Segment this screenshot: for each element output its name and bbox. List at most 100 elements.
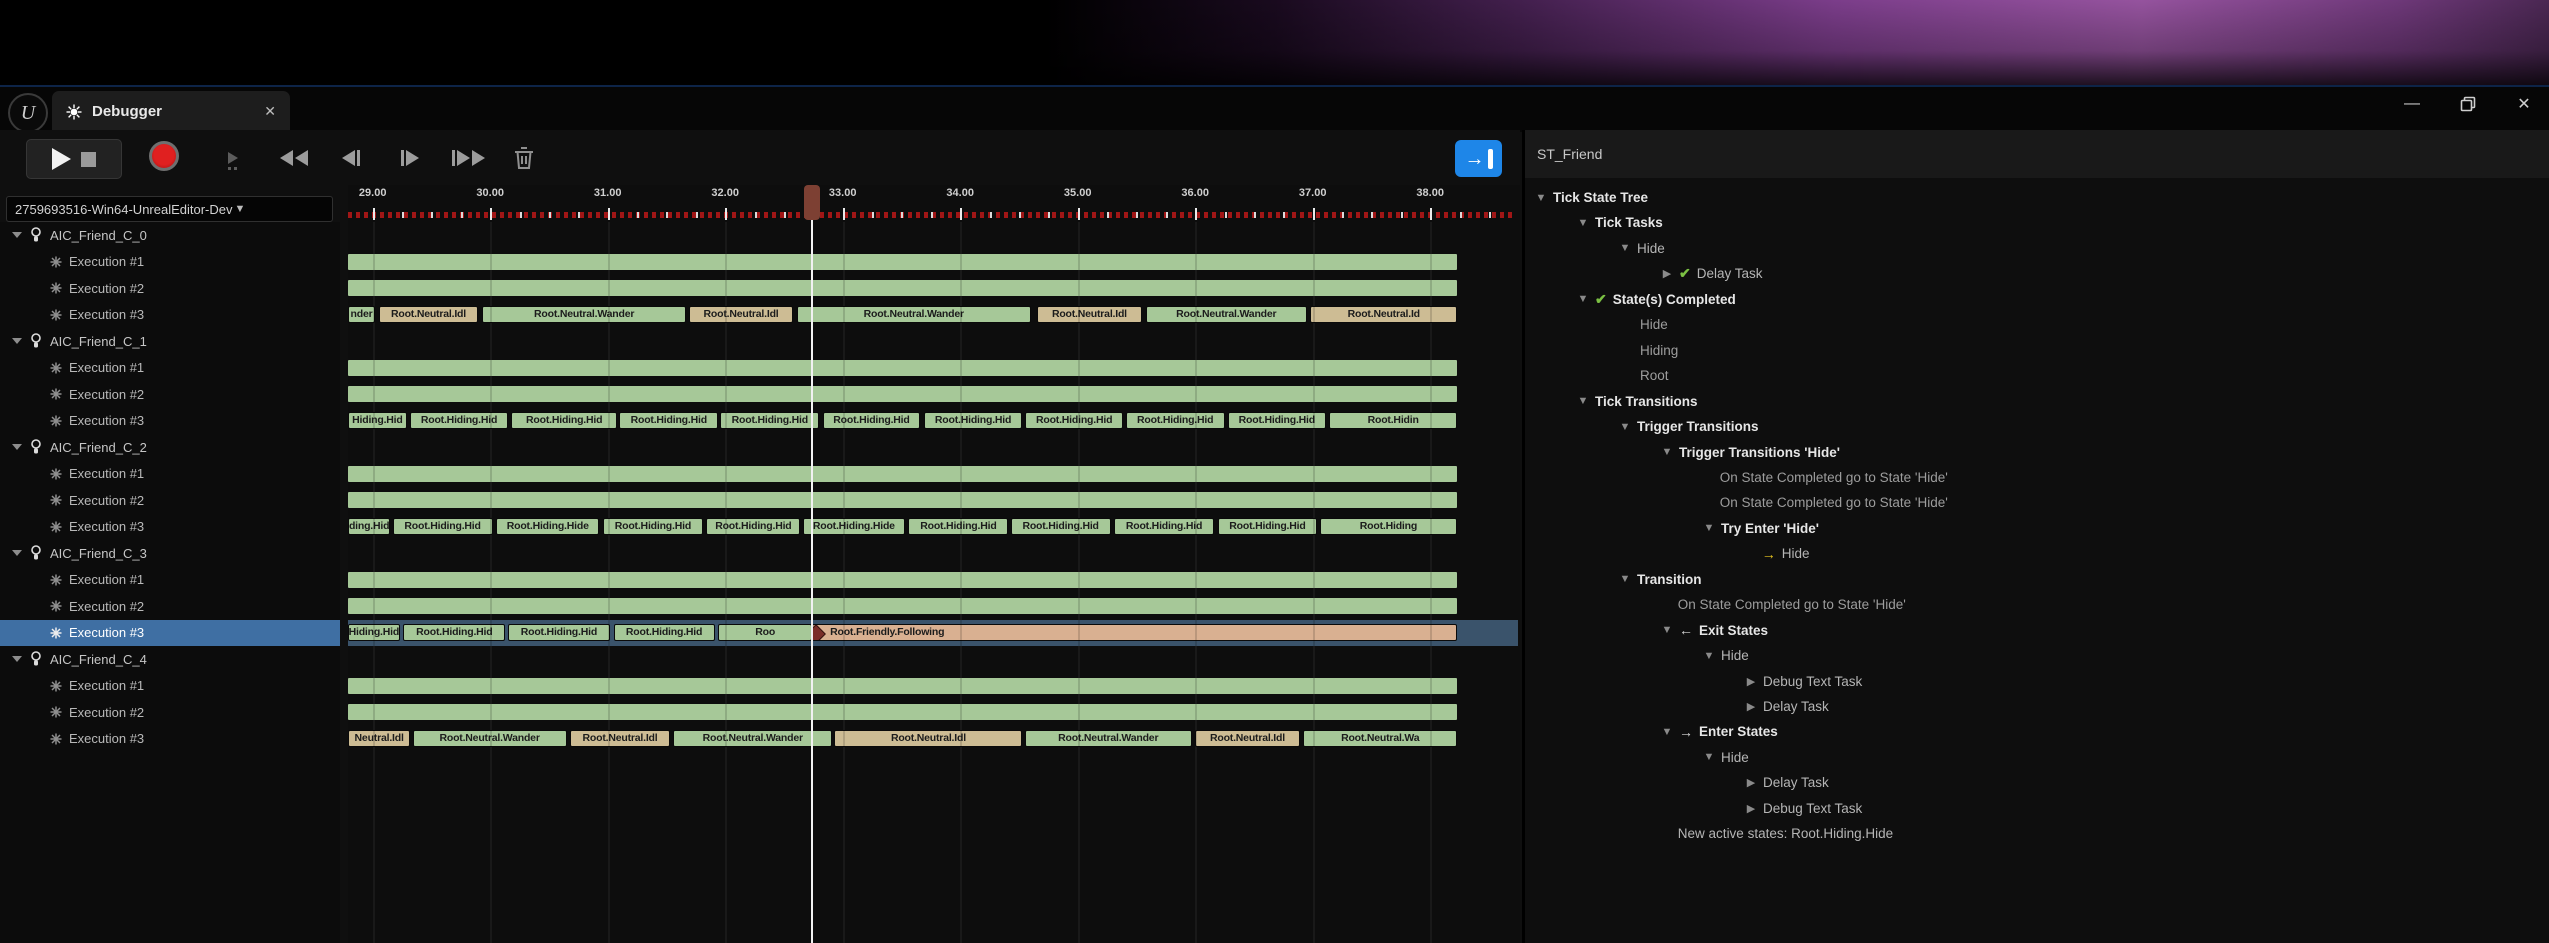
state-segment[interactable]: Roo: [718, 624, 812, 641]
sidebar-item-execution[interactable]: Execution #3: [0, 514, 340, 540]
timeline-row[interactable]: [348, 275, 1520, 301]
state-segment[interactable]: Root.Neutral.Idl: [379, 306, 479, 323]
sidebar-item-execution[interactable]: Execution #3: [0, 408, 340, 434]
statetree-row[interactable]: ▼Hide: [1703, 745, 1749, 770]
minimize-button[interactable]: —: [2401, 93, 2423, 115]
statetree-row[interactable]: ▶Debug Text Task: [1745, 669, 1862, 694]
state-segment[interactable]: Root.Hiding.Hid: [410, 412, 508, 429]
statetree-row[interactable]: ▶Delay Task: [1745, 694, 1829, 719]
state-segment[interactable]: Root.Hiding.Hid: [908, 518, 1008, 535]
chevron-down-icon[interactable]: ▼: [1661, 726, 1673, 738]
timeline-panel[interactable]: 29.0030.0031.0032.0033.0034.0035.0036.00…: [348, 185, 1520, 943]
state-segment[interactable]: Root.Hiding.Hid: [603, 518, 703, 535]
timeline-row[interactable]: ding.HidRoot.Hiding.HidRoot.Hiding.HideR…: [348, 514, 1520, 540]
timeline-row[interactable]: Neutral.IdlRoot.Neutral.WanderRoot.Neutr…: [348, 726, 1520, 752]
chevron-down-icon[interactable]: ▼: [1703, 650, 1715, 662]
go-to-end-button[interactable]: →: [1455, 140, 1502, 177]
state-segment[interactable]: Root.Hiding.Hide: [496, 518, 599, 535]
timeline-row[interactable]: [348, 699, 1520, 725]
chevron-right-icon[interactable]: ▶: [1661, 267, 1673, 280]
state-segment[interactable]: Root.Hiding.Hid: [823, 412, 921, 429]
active-state-bar[interactable]: [348, 572, 1457, 588]
statetree-row[interactable]: ▼Tick State Tree: [1535, 185, 1648, 210]
state-segment[interactable]: Root.Neutral.Wander: [1025, 730, 1192, 747]
sidebar-item-actor[interactable]: AIC_Friend_C_4: [0, 646, 340, 672]
state-segment[interactable]: Root.Hiding.Hid: [1114, 518, 1214, 535]
statetree-row[interactable]: ▼Tick Tasks: [1577, 210, 1663, 235]
play-icon[interactable]: [52, 148, 71, 170]
statetree-row[interactable]: ▶Debug Text Task: [1745, 796, 1862, 821]
sidebar-item-actor[interactable]: AIC_Friend_C_2: [0, 434, 340, 460]
statetree-row[interactable]: ▼Trigger Transitions: [1619, 414, 1759, 439]
chevron-right-icon[interactable]: ▶: [1745, 802, 1757, 815]
state-segment[interactable]: Root.Neutral.Wander: [1146, 306, 1307, 323]
chevron-down-icon[interactable]: ▼: [1661, 446, 1673, 458]
state-segment[interactable]: Root.Hiding.Hid: [619, 412, 718, 429]
state-segment[interactable]: Root.Neutral.Wander: [673, 730, 832, 747]
active-state-bar[interactable]: [348, 598, 1457, 614]
state-segment[interactable]: Root.Neutral.Idl: [834, 730, 1022, 747]
playhead-marker[interactable]: [804, 185, 820, 220]
chevron-down-icon[interactable]: ▼: [1661, 624, 1673, 636]
chevron-down-icon[interactable]: ▼: [1703, 522, 1715, 534]
record-icon[interactable]: [149, 141, 179, 171]
statetree-row[interactable]: ▼Trigger Transitions 'Hide': [1661, 440, 1840, 465]
sidebar-item-actor[interactable]: AIC_Friend_C_1: [0, 328, 340, 354]
timeline-row[interactable]: [348, 355, 1520, 381]
sidebar-item-execution[interactable]: Execution #2: [0, 593, 340, 619]
statetree-row[interactable]: ▼→Enter States: [1661, 719, 1778, 744]
timeline-row[interactable]: Hiding.HidRoot.Hiding.HidRoot.Hiding.Hid…: [348, 620, 1520, 646]
state-segment[interactable]: Hiding.Hid: [348, 412, 407, 429]
restore-button[interactable]: [2457, 93, 2479, 115]
timeline-row[interactable]: [348, 593, 1520, 619]
step-forward-icon[interactable]: [395, 139, 425, 177]
chevron-down-icon[interactable]: ▼: [1619, 421, 1631, 433]
chevron-right-icon[interactable]: ▶: [1745, 675, 1757, 688]
state-segment[interactable]: Root.Neutral.Idl: [689, 306, 794, 323]
sidebar-item-execution[interactable]: Execution #1: [0, 673, 340, 699]
chevron-down-icon[interactable]: [12, 338, 22, 344]
chevron-down-icon[interactable]: [12, 656, 22, 662]
active-state-bar[interactable]: [348, 254, 1457, 270]
chevron-down-icon[interactable]: [12, 444, 22, 450]
sidebar-item-actor[interactable]: AIC_Friend_C_0: [0, 222, 340, 248]
state-segment[interactable]: Root.Hiding.Hid: [1011, 518, 1111, 535]
chevron-down-icon[interactable]: ▼: [1619, 242, 1631, 254]
next-frame-icon[interactable]: [448, 139, 488, 177]
state-segment[interactable]: Root.Hiding.Hid: [706, 518, 800, 535]
state-segment[interactable]: Root.Neutral.Wander: [482, 306, 686, 323]
state-segment[interactable]: Root.Neutral.Wa: [1303, 730, 1457, 747]
sidebar-item-execution[interactable]: Execution #1: [0, 461, 340, 487]
state-segment[interactable]: Root.Hiding.Hid: [614, 624, 715, 641]
state-segment[interactable]: Neutral.Idl: [348, 730, 410, 747]
chevron-right-icon[interactable]: ▶: [1745, 700, 1757, 713]
step-back-icon[interactable]: [336, 139, 366, 177]
sidebar-item-execution[interactable]: Execution #2: [0, 381, 340, 407]
chevron-down-icon[interactable]: ▼: [1619, 573, 1631, 585]
close-button[interactable]: ✕: [2513, 93, 2535, 115]
sidebar-item-execution[interactable]: Execution #3: [0, 726, 340, 752]
chevron-down-icon[interactable]: [12, 550, 22, 556]
active-state-bar[interactable]: [348, 360, 1457, 376]
timeline-row[interactable]: [348, 487, 1520, 513]
statetree-row[interactable]: ▼Transition: [1619, 567, 1702, 592]
state-segment[interactable]: Root.Friendly.Following: [812, 624, 1457, 641]
state-segment[interactable]: Root.Neutral.Idl: [1037, 306, 1143, 323]
state-segment[interactable]: Root.Neutral.Idl: [1195, 730, 1300, 747]
active-state-bar[interactable]: [348, 704, 1457, 720]
state-segment[interactable]: Root.Hiding.Hid: [511, 412, 617, 429]
statetree-row[interactable]: ▼Hide: [1703, 643, 1749, 668]
timeline-row[interactable]: [348, 461, 1520, 487]
statetree-row[interactable]: ▼Hide: [1619, 236, 1665, 261]
timeline-row[interactable]: nderRoot.Neutral.IdlRoot.Neutral.WanderR…: [348, 302, 1520, 328]
state-segment[interactable]: Root.Hiding.Hid: [924, 412, 1023, 429]
state-segment[interactable]: Root.Hiding.Hide: [803, 518, 905, 535]
state-segment[interactable]: nder: [348, 306, 375, 323]
chevron-down-icon[interactable]: ▼: [1703, 751, 1715, 763]
active-state-bar[interactable]: [348, 678, 1457, 694]
state-segment[interactable]: Root.Hiding.Hid: [508, 624, 610, 641]
active-state-bar[interactable]: [348, 466, 1457, 482]
state-segment[interactable]: Root.Hiding.Hid: [1228, 412, 1326, 429]
state-segment[interactable]: Root.Hiding.Hid: [1025, 412, 1124, 429]
active-state-bar[interactable]: [348, 386, 1457, 402]
